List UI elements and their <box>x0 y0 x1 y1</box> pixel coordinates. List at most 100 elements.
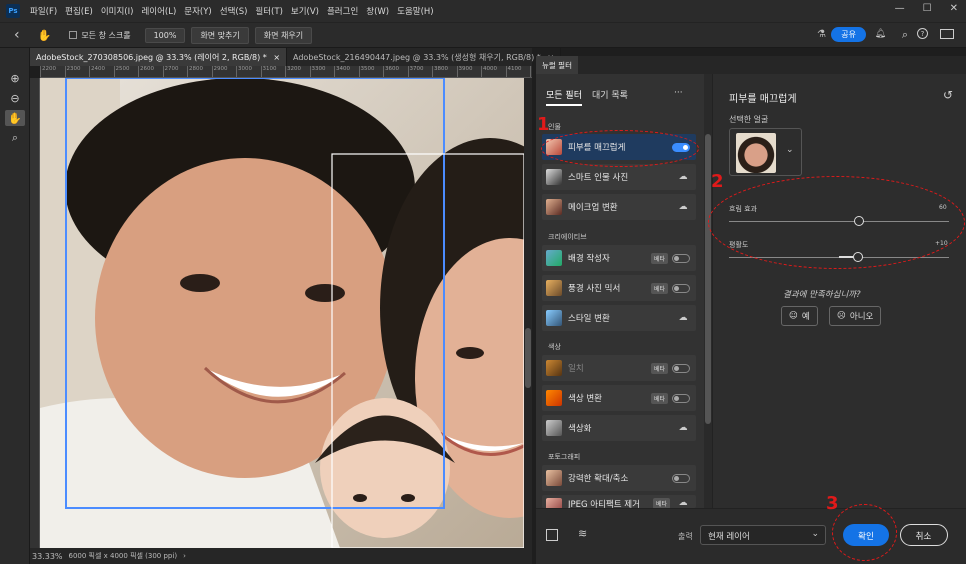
annotation-3: 3 <box>826 493 839 514</box>
hand-icon[interactable]: ✋ <box>5 110 25 126</box>
tab-all-filters[interactable]: 모든 필터 <box>546 88 582 106</box>
smart-portrait-thumb-icon <box>546 169 562 185</box>
minimize-button[interactable]: — <box>895 3 905 14</box>
ruler-tick-label: 4000 <box>481 66 506 77</box>
document-tab-label: AdobeStock_270308506.jpeg @ 33.3% (레이어 2… <box>36 53 267 62</box>
fill-screen-button[interactable]: 화면 채우기 <box>254 26 313 44</box>
filter-toggle[interactable] <box>672 363 690 373</box>
filter-makeup-transfer[interactable]: 메이크업 변환 ☁ <box>542 194 696 220</box>
feedback-no-button[interactable]: ☹ 아니오 <box>829 306 882 326</box>
menu-layer[interactable]: 레이어(L) <box>137 5 180 17</box>
menu-view[interactable]: 보기(V) <box>287 5 323 17</box>
zoom-out-icon[interactable]: ⊖ <box>5 90 25 106</box>
zoom-icon[interactable]: ⌕ <box>5 130 25 146</box>
scroll-all-checkbox[interactable] <box>69 31 78 39</box>
zoom-level[interactable]: 33.33% <box>32 552 63 561</box>
status-arrow-icon[interactable]: › <box>183 552 186 560</box>
window-controls: — ☐ ✕ <box>895 3 958 14</box>
filter-name: 강력한 확대/축소 <box>568 474 629 484</box>
close-button[interactable]: ✕ <box>950 3 958 14</box>
scroll-all-label: 모든 창 스크롤 <box>81 30 131 40</box>
cloud-download-icon[interactable]: ☁ <box>674 172 692 182</box>
cancel-button[interactable]: 취소 <box>900 524 948 546</box>
beta-badge: 베타 <box>650 282 668 294</box>
cloud-download-icon[interactable]: ☁ <box>674 498 692 508</box>
layers-icon[interactable]: ≋ <box>578 527 587 540</box>
neural-filters-tab[interactable]: 뉴럴 필터 <box>536 56 578 74</box>
tools-panel: ⊕ ⊖ ✋ ⌕ <box>0 48 30 564</box>
colorize-thumb-icon <box>546 420 562 436</box>
background-creator-thumb-icon <box>546 250 562 266</box>
landscape-mixer-thumb-icon <box>546 280 562 296</box>
share-button[interactable]: 공유 <box>831 27 866 42</box>
beta-badge: 베타 <box>650 392 668 404</box>
filter-style-transfer[interactable]: 스타일 변환 ☁ <box>542 305 696 331</box>
filter-name: 일치 <box>568 364 584 374</box>
feedback-no-label: 아니오 <box>849 312 874 322</box>
filter-name: JPEG 아티팩트 제거 <box>568 500 640 508</box>
menu-plugins[interactable]: 플러그인 <box>323 5 362 17</box>
menu-window[interactable]: 창(W) <box>362 5 393 17</box>
flask-icon[interactable]: ⚗ <box>817 29 826 40</box>
filter-name: 배경 작성자 <box>568 254 610 264</box>
filter-toggle[interactable] <box>672 283 690 293</box>
filter-landscape-mixer[interactable]: 풍경 사진 믹서 베타 <box>542 275 696 301</box>
filter-colorize[interactable]: 색상화 ☁ <box>542 415 696 441</box>
menu-select[interactable]: 선택(S) <box>216 5 252 17</box>
filter-toggle[interactable] <box>672 253 690 263</box>
menu-file[interactable]: 파일(F) <box>26 5 61 17</box>
feedback-yes-button[interactable]: ☺ 예 <box>781 306 818 326</box>
feedback-yes-label: 예 <box>801 312 810 322</box>
ruler-tick-label: 3800 <box>432 66 457 77</box>
canvas-scrollbar[interactable] <box>524 78 532 548</box>
filter-harmonization[interactable]: 일치 베타 <box>542 355 696 381</box>
ruler-tick-label: 3100 <box>260 66 286 77</box>
maximize-button[interactable]: ☐ <box>923 3 932 14</box>
reset-icon[interactable]: ↺ <box>943 88 953 102</box>
menu-help[interactable]: 도움말(H) <box>393 5 437 17</box>
back-icon[interactable]: ‹ <box>14 27 20 43</box>
menu-filter[interactable]: 필터(T) <box>251 5 286 17</box>
filter-jpeg-artifacts[interactable]: JPEG 아티팩트 제거 베타 ☁ <box>542 495 696 508</box>
workspace-icon[interactable] <box>940 29 954 39</box>
beta-badge: 베타 <box>652 498 670 508</box>
filter-smart-portrait[interactable]: 스마트 인물 사진 ☁ <box>542 164 696 190</box>
ruler-tick-label: 4100 <box>505 66 531 77</box>
category-color: 색상 <box>548 343 561 351</box>
photoshop-logo: Ps <box>6 4 20 18</box>
filter-super-zoom[interactable]: 강력한 확대/축소 <box>542 465 696 491</box>
bell-icon[interactable]: 🔔︎ <box>875 29 886 39</box>
ruler-tick-label: 2900 <box>211 66 237 77</box>
cloud-download-icon[interactable]: ☁ <box>674 313 692 323</box>
menu-edit[interactable]: 편집(E) <box>61 5 97 17</box>
filter-color-transfer[interactable]: 색상 변환 베타 <box>542 385 696 411</box>
neural-filters-tabbar: 뉴럴 필터 <box>536 56 966 74</box>
filter-tabs: 모든 필터 대기 목록 <box>546 88 628 106</box>
filter-background-creator[interactable]: 배경 작성자 베타 <box>542 245 696 271</box>
cloud-download-icon[interactable]: ☁ <box>674 423 692 433</box>
tab-close-icon[interactable]: × <box>273 53 280 62</box>
filter-toggle[interactable] <box>672 473 690 483</box>
selected-face-dropdown[interactable]: ⌄ <box>729 128 802 176</box>
fit-screen-button[interactable]: 화면 맞추기 <box>191 26 249 44</box>
zoom-100-button[interactable]: 100% <box>144 27 186 43</box>
more-options-icon[interactable]: ··· <box>674 88 683 98</box>
output-select[interactable]: 현재 레이어 ⌄ <box>700 525 826 545</box>
document-info: 6000 픽셀 x 4000 픽셀 (300 ppi) <box>68 552 178 560</box>
menu-image[interactable]: 이미지(I) <box>97 5 138 17</box>
zoom-in-icon[interactable]: ⊕ <box>5 70 25 86</box>
document-canvas[interactable] <box>40 78 524 548</box>
document-tab-2[interactable]: AdobeStock_216490447.jpeg @ 33.3% (생성형 채… <box>287 48 562 66</box>
cloud-download-icon[interactable]: ☁ <box>674 202 692 212</box>
document-tab-1[interactable]: AdobeStock_270308506.jpeg @ 33.3% (레이어 2… <box>30 48 288 66</box>
menu-type[interactable]: 문자(Y) <box>180 5 215 17</box>
search-icon[interactable]: ⌕ <box>902 28 908 42</box>
filter-list-scrollbar[interactable] <box>704 74 712 508</box>
help-icon[interactable]: ? <box>917 28 928 39</box>
filter-toggle[interactable] <box>672 393 690 403</box>
selected-face-label: 선택한 얼굴 <box>729 115 769 124</box>
compare-icon[interactable] <box>546 529 558 541</box>
tab-waitlist[interactable]: 대기 목록 <box>592 88 628 106</box>
category-creative: 크리에이티브 <box>548 233 587 241</box>
ruler-tick-label: 2200 <box>40 66 65 77</box>
